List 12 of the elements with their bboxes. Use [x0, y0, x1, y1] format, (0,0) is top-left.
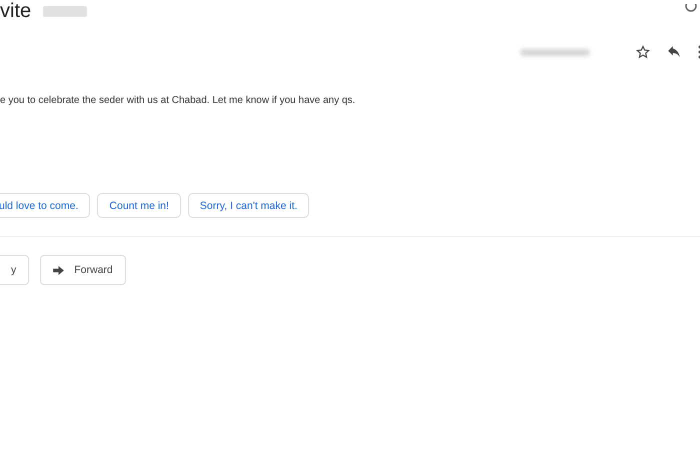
smart-reply-chip[interactable]: uld love to come.	[0, 193, 90, 218]
forward-button[interactable]: Forward	[40, 255, 126, 285]
email-subject: vite	[0, 1, 32, 21]
message-body: e you to celebrate the seder with us at Chabad. Let me know if you have any qs.	[0, 94, 356, 108]
smart-reply-chip[interactable]: Count me in!	[97, 193, 181, 218]
reply-button[interactable]: y	[0, 255, 30, 285]
redacted-date	[520, 48, 590, 56]
reply-icon[interactable]	[667, 46, 681, 58]
smart-reply-chip[interactable]: Sorry, I can't make it.	[188, 193, 310, 218]
star-icon[interactable]	[636, 45, 650, 59]
forward-arrow-icon	[53, 266, 64, 274]
label-tag	[43, 6, 88, 16]
